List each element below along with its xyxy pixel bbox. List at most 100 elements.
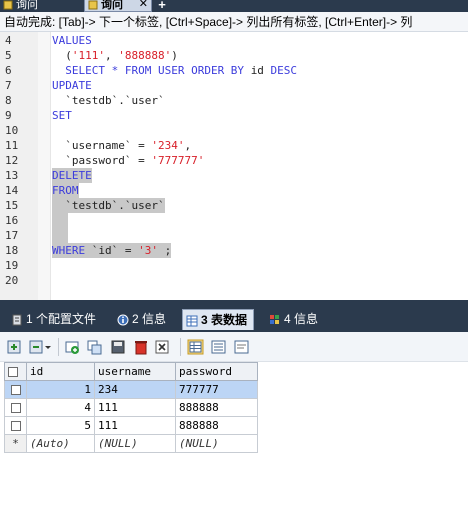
code-token: , [105, 49, 119, 62]
row-checkbox-cell[interactable] [4, 380, 27, 399]
grid-view-icon[interactable] [187, 339, 204, 355]
code-token: ; [157, 244, 172, 257]
code-token: ) [171, 49, 178, 62]
export-icon[interactable] [6, 339, 23, 355]
duplicate-row-icon[interactable] [86, 339, 103, 355]
query-tab-bar: 询问 询问 ✕ + [0, 0, 468, 12]
code-line[interactable]: 6 SELECT * FROM USER ORDER BY id DESC [0, 63, 468, 78]
line-number: 16 [5, 214, 19, 227]
line-number: 19 [5, 259, 19, 272]
code-token: `testdb`.`user` [52, 199, 165, 212]
line-number: 20 [5, 274, 19, 287]
table-row[interactable]: 4 111 888888 [4, 398, 258, 417]
code-token: , [184, 139, 192, 152]
table-row[interactable]: 5 111 888888 [4, 416, 258, 435]
code-token: FROM [52, 184, 79, 197]
cell-username[interactable]: 234 [94, 380, 176, 399]
code-line[interactable]: 13 DELETE [0, 168, 468, 183]
tab-table-data-label: 3 表数据 [201, 313, 248, 327]
cell-id[interactable]: (Auto) [26, 434, 95, 453]
cell-id[interactable]: 4 [26, 398, 95, 417]
column-header-username[interactable]: username [94, 362, 176, 381]
cell-username[interactable]: 111 [94, 398, 176, 417]
close-tab-icon[interactable]: ✕ [139, 0, 148, 10]
new-row[interactable]: * (Auto) (NULL) (NULL) [4, 434, 258, 453]
code-text: `testdb`.`user` [52, 93, 164, 108]
line-number: 11 [5, 139, 19, 152]
code-line[interactable]: 8 `testdb`.`user` [0, 93, 468, 108]
code-text: ('111', '888888') [52, 48, 178, 63]
code-token: VALUES [52, 34, 92, 47]
code-line[interactable]: 10 [0, 123, 468, 138]
code-line[interactable]: 16 [0, 213, 468, 228]
row-checkbox-cell[interactable] [4, 398, 27, 417]
query-icon [88, 0, 98, 10]
query-tab-1-label: 询问 [16, 0, 38, 11]
code-token: `username` = [52, 139, 152, 152]
result-toolbar [0, 332, 468, 362]
line-number: 4 [5, 34, 12, 47]
cell-password[interactable]: 888888 [175, 398, 258, 417]
checkbox[interactable] [10, 403, 21, 413]
text-view-icon[interactable] [233, 339, 250, 355]
delete-row-icon[interactable] [133, 339, 150, 355]
column-header-password[interactable]: password [175, 362, 258, 381]
code-line[interactable]: 5 ('111', '888888') [0, 48, 468, 63]
add-tab-button[interactable]: + [155, 0, 169, 12]
cell-password[interactable]: 777777 [175, 380, 258, 399]
table-row[interactable]: 1 234 777777 [4, 380, 258, 399]
line-number: 5 [5, 49, 12, 62]
line-number: 15 [5, 199, 19, 212]
cell-username[interactable]: (NULL) [94, 434, 176, 453]
tab-table-data[interactable]: 3 表数据 [182, 309, 255, 330]
select-all-header[interactable] [4, 362, 27, 381]
code-token: SET [52, 109, 72, 122]
code-line[interactable]: 4 VALUES [0, 33, 468, 48]
code-line[interactable]: 19 [0, 258, 468, 273]
import-dropdown-icon[interactable] [28, 339, 52, 355]
row-checkbox-cell[interactable] [4, 416, 27, 435]
code-text [52, 213, 68, 228]
code-line[interactable]: 18 WHERE `id` = '3' ; [0, 243, 468, 258]
code-text: `username` = '234', [52, 138, 191, 153]
checkbox[interactable] [10, 385, 21, 395]
checkbox[interactable] [10, 421, 21, 431]
column-header-id[interactable]: id [26, 362, 95, 381]
code-line[interactable]: 14 FROM [0, 183, 468, 198]
query-tab-2[interactable]: 询问 ✕ [84, 0, 152, 12]
code-line[interactable]: 12 `password` = '777777' [0, 153, 468, 168]
cell-password[interactable]: 888888 [175, 416, 258, 435]
results-grid: id username password 1 234 777777 4 111 … [0, 362, 468, 531]
cell-password[interactable]: (NULL) [175, 434, 258, 453]
code-line[interactable]: 7 UPDATE [0, 78, 468, 93]
code-token: id [250, 64, 264, 77]
form-view-icon[interactable] [210, 339, 227, 355]
cell-id[interactable]: 5 [26, 416, 95, 435]
sql-editor[interactable]: 4 VALUES 5 ('111', '888888') 6 SELECT * FRO… [0, 32, 468, 300]
data-table: id username password 1 234 777777 4 111 … [4, 362, 258, 453]
code-token: UPDATE [52, 79, 92, 92]
cell-id[interactable]: 1 [26, 380, 95, 399]
cancel-changes-icon[interactable] [154, 339, 171, 355]
add-row-icon[interactable] [64, 339, 81, 355]
cell-username[interactable]: 111 [94, 416, 176, 435]
code-line[interactable]: 20 [0, 273, 468, 288]
query-icon [3, 0, 13, 10]
code-line[interactable]: 17 [0, 228, 468, 243]
code-token: ( [52, 49, 72, 62]
code-text [52, 228, 68, 243]
line-number: 14 [5, 184, 19, 197]
table-icon [186, 315, 198, 327]
save-icon[interactable] [110, 339, 127, 355]
line-number: 6 [5, 64, 12, 77]
tab-info-2-label: 4 信息 [284, 312, 319, 326]
tab-profile[interactable]: 1 个配置文件 [8, 309, 102, 330]
tab-info-2[interactable]: 4 信息 [266, 309, 324, 330]
tab-info[interactable]: 2 信息 [114, 309, 172, 330]
toolbar-divider [58, 338, 59, 356]
query-tab-1[interactable]: 询问 [0, 0, 70, 12]
checkbox[interactable] [8, 367, 18, 377]
code-line[interactable]: 11 `username` = '234', [0, 138, 468, 153]
code-line[interactable]: 15 `testdb`.`user` [0, 198, 468, 213]
code-line[interactable]: 9 SET [0, 108, 468, 123]
